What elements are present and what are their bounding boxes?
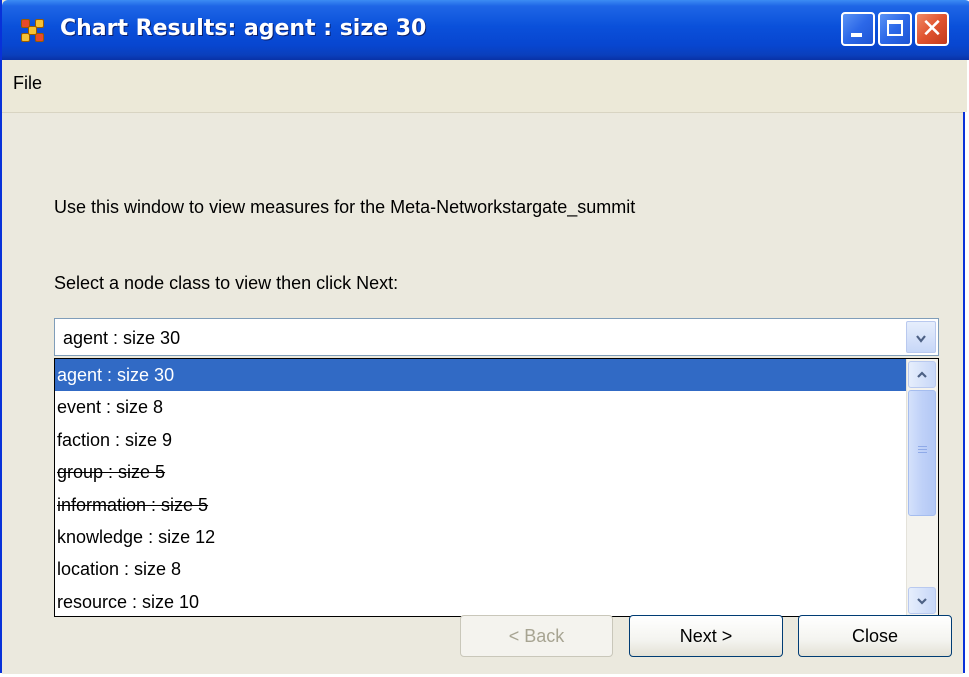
scroll-down-button[interactable] (908, 587, 936, 614)
dropdown-option[interactable]: agent : size 30 (55, 359, 907, 392)
next-button[interactable]: Next > (629, 615, 783, 657)
dropdown-option[interactable]: knowledge : size 12 (55, 521, 907, 553)
option-list: agent : size 30 event : size 8 faction : s… (55, 359, 907, 616)
network-dots-icon[interactable] (21, 19, 45, 43)
close-window-button[interactable]: ✕ (915, 12, 949, 46)
maximize-button[interactable] (878, 12, 912, 46)
combobox-dropdown-button[interactable] (906, 321, 936, 353)
chart-results-window: Chart Results: agent : size 30 ✕ File Us… (0, 0, 969, 674)
dropdown-option[interactable]: location : size 8 (55, 553, 907, 585)
back-button[interactable]: < Back (460, 615, 613, 657)
window-title: Chart Results: agent : size 30 (60, 16, 427, 41)
close-icon: ✕ (921, 14, 943, 44)
vertical-scrollbar[interactable] (906, 359, 938, 616)
file-menu[interactable]: File (13, 73, 42, 94)
title-bar[interactable]: Chart Results: agent : size 30 ✕ (2, 0, 969, 60)
dropdown-option[interactable]: event : size 8 (55, 391, 907, 423)
dropdown-option-label: resource : size 10 (57, 591, 200, 612)
dialog-content: Use this window to view measures for the… (2, 112, 963, 674)
close-button[interactable]: Close (798, 615, 952, 657)
node-class-combobox[interactable]: agent : size 30 (54, 318, 939, 356)
chevron-down-icon (916, 335, 926, 343)
scroll-thumb[interactable] (908, 390, 936, 516)
scroll-up-button[interactable] (908, 361, 936, 388)
dropdown-option[interactable]: faction : size 9 (55, 424, 907, 456)
dropdown-option-label: event : size 8 (57, 397, 164, 418)
node-class-dropdown-list[interactable]: agent : size 30 event : size 8 faction : s… (54, 358, 939, 617)
dropdown-option-label: agent : size 30 (57, 365, 175, 385)
chevron-up-icon (917, 371, 927, 378)
dropdown-option-label: location : size 8 (57, 559, 182, 580)
combobox-selected-value: agent : size 30 (63, 328, 181, 348)
menu-bar: File (2, 60, 967, 112)
chevron-down-icon (917, 598, 927, 605)
dropdown-option-label: faction : size 9 (57, 429, 173, 450)
dropdown-option-label: knowledge : size 12 (57, 526, 216, 547)
minimize-icon (851, 33, 862, 37)
dropdown-option-label: information : size 5 (57, 494, 209, 515)
minimize-button[interactable] (841, 12, 875, 46)
intro-text: Use this window to view measures for the… (54, 197, 636, 217)
maximize-icon (887, 20, 903, 36)
dropdown-option[interactable]: resource : size 10 (55, 586, 907, 616)
dropdown-option[interactable]: group : size 5 (55, 456, 907, 488)
dropdown-option-label: group : size 5 (57, 462, 166, 483)
scroll-grip-icon (918, 446, 927, 454)
prompt-text: Select a node class to view then click N… (54, 273, 399, 293)
dropdown-option[interactable]: information : size 5 (55, 489, 907, 521)
